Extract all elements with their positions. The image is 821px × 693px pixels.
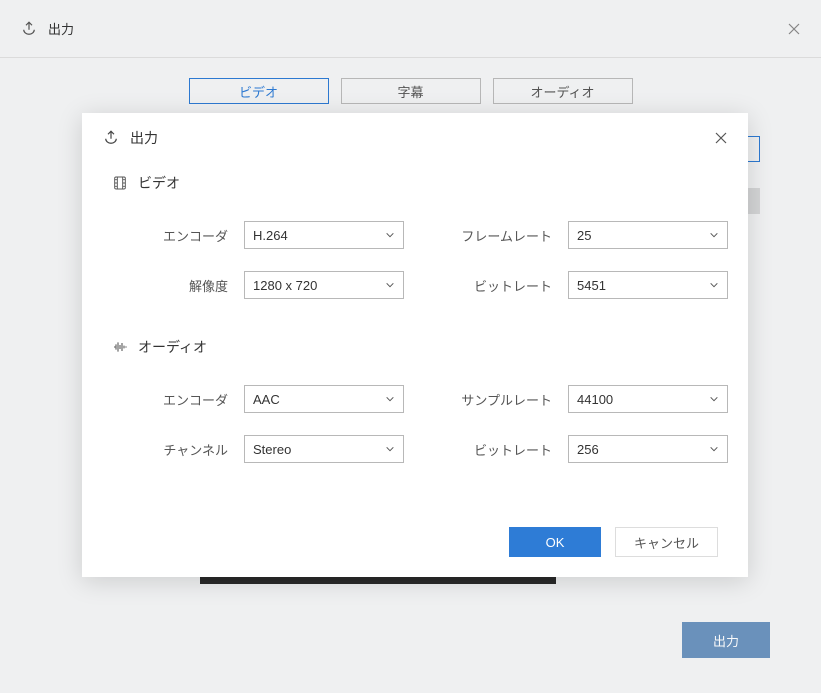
video-resolution-value: 1280 x 720	[253, 278, 317, 293]
chevron-down-icon	[709, 280, 719, 290]
audio-channel-label: チャンネル	[112, 440, 232, 459]
video-encoder-label: エンコーダ	[112, 226, 232, 245]
modal-footer: OK キャンセル	[82, 521, 748, 577]
audio-samplerate-select[interactable]: 44100	[568, 385, 728, 413]
cancel-button-label: キャンセル	[634, 533, 699, 552]
modal-header: 出力	[82, 113, 748, 163]
export-icon	[102, 129, 120, 147]
video-framerate-value: 25	[577, 228, 591, 243]
video-section-title: ビデオ	[138, 173, 180, 193]
chevron-down-icon	[385, 444, 395, 454]
waveform-icon	[112, 339, 128, 355]
video-resolution-label: 解像度	[112, 276, 232, 295]
video-framerate-label: フレームレート	[416, 226, 556, 245]
ok-button-label: OK	[546, 535, 565, 550]
audio-bitrate-label: ビットレート	[416, 440, 556, 459]
audio-section: オーディオ エンコーダ AAC サンプルレート 44100 チャンネル Ster…	[112, 337, 718, 463]
close-icon[interactable]	[714, 131, 728, 145]
video-bitrate-value: 5451	[577, 278, 606, 293]
film-icon	[112, 175, 128, 191]
audio-encoder-value: AAC	[253, 392, 280, 407]
ok-button[interactable]: OK	[509, 527, 601, 557]
video-encoder-select[interactable]: H.264	[244, 221, 404, 249]
video-bitrate-label: ビットレート	[416, 276, 556, 295]
audio-section-title: オーディオ	[138, 337, 207, 357]
video-section: ビデオ エンコーダ H.264 フレームレート 25 解像度 1280 x 72…	[112, 173, 718, 299]
audio-bitrate-value: 256	[577, 442, 599, 457]
chevron-down-icon	[385, 394, 395, 404]
chevron-down-icon	[709, 394, 719, 404]
video-encoder-value: H.264	[253, 228, 288, 243]
chevron-down-icon	[385, 230, 395, 240]
audio-samplerate-value: 44100	[577, 392, 613, 407]
audio-channel-select[interactable]: Stereo	[244, 435, 404, 463]
audio-bitrate-select[interactable]: 256	[568, 435, 728, 463]
video-framerate-select[interactable]: 25	[568, 221, 728, 249]
modal-body: ビデオ エンコーダ H.264 フレームレート 25 解像度 1280 x 72…	[82, 163, 748, 521]
audio-encoder-label: エンコーダ	[112, 390, 232, 409]
modal-title: 出力	[130, 128, 158, 148]
export-settings-modal: 出力 ビデオ エンコーダ	[82, 113, 748, 577]
video-bitrate-select[interactable]: 5451	[568, 271, 728, 299]
cancel-button[interactable]: キャンセル	[615, 527, 718, 557]
chevron-down-icon	[709, 230, 719, 240]
audio-encoder-select[interactable]: AAC	[244, 385, 404, 413]
chevron-down-icon	[709, 444, 719, 454]
video-resolution-select[interactable]: 1280 x 720	[244, 271, 404, 299]
audio-samplerate-label: サンプルレート	[416, 390, 556, 409]
chevron-down-icon	[385, 280, 395, 290]
audio-channel-value: Stereo	[253, 442, 291, 457]
